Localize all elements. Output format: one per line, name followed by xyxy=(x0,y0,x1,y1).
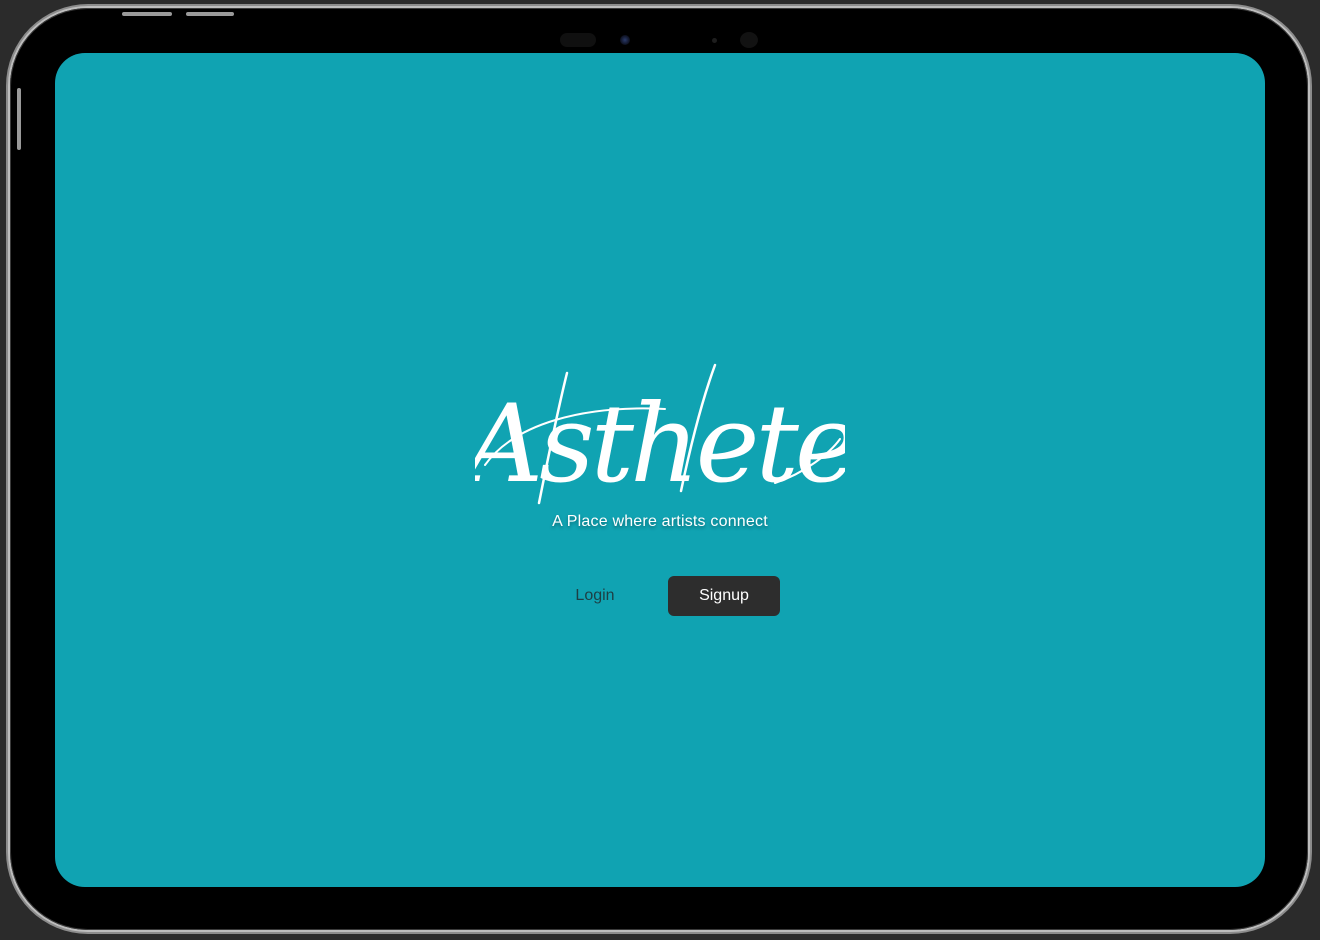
camera-bar xyxy=(560,32,760,48)
signup-button[interactable]: Signup xyxy=(668,576,780,616)
tagline: A Place where artists connect xyxy=(552,513,768,530)
welcome-view: Asthete A Place where artists connect Lo… xyxy=(55,53,1265,887)
top-button xyxy=(186,12,234,16)
side-button xyxy=(17,88,21,150)
sensor-icon xyxy=(712,38,717,43)
sensor-icon xyxy=(560,33,596,47)
app-logo: Asthete xyxy=(475,363,845,507)
logo-wordmark: Asthete xyxy=(475,382,845,507)
top-button xyxy=(122,12,172,16)
camera-icon xyxy=(620,35,630,45)
login-button[interactable]: Login xyxy=(555,576,635,616)
sensor-icon xyxy=(740,32,758,48)
app-screen: Asthete A Place where artists connect Lo… xyxy=(55,53,1265,887)
auth-actions: Login Signup xyxy=(55,576,1265,616)
